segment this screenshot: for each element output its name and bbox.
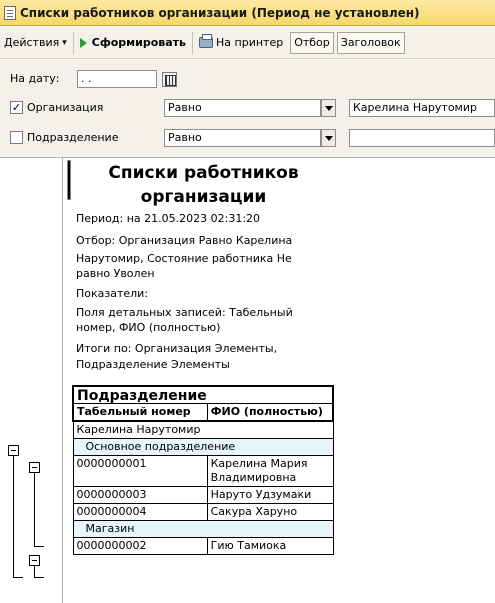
actions-label: Действия (4, 36, 60, 49)
report-table: Подразделение Табельный номер ФИО (полно… (71, 385, 334, 555)
chevron-down-icon[interactable] (321, 129, 336, 147)
dept-cell: Магазин (72, 520, 334, 538)
actions-menu-button[interactable]: Действия ▾ (0, 31, 71, 55)
dept-value-input[interactable] (349, 129, 495, 147)
date-input[interactable]: . . (77, 70, 157, 88)
report-detail-fields-line2: номер, ФИО (полностью) (76, 321, 221, 334)
group-line (34, 546, 44, 547)
tab-number-cell: 0000000002 (72, 537, 208, 555)
table-row-organization[interactable]: Карелина Нарутомир (72, 420, 334, 439)
org-condition-select[interactable]: Равно (164, 99, 321, 117)
report-period: Период: на 21.05.2023 02:31:20 (76, 212, 261, 225)
report-filter-line2: Нарутомир, Состояние работника Не (76, 252, 292, 265)
dept-condition-select[interactable]: Равно (164, 129, 321, 147)
report-indicators: Показатели: (76, 287, 149, 300)
grouping-gutter (0, 158, 63, 603)
fio-cell: Гию Тамиока (206, 537, 334, 555)
chevron-down-icon: ▾ (62, 37, 67, 48)
report-totals-line1: Итоги по: Организация Элементы, (76, 342, 278, 355)
tab-number-cell: 0000000004 (72, 503, 208, 521)
tab-number-cell: 0000000001 (72, 455, 208, 487)
report-detail-fields-line1: Поля детальных записей: Табельный (76, 306, 293, 319)
table-row[interactable]: 0000000003 Наруто Удзумаки (72, 486, 334, 504)
print-label: На принтер (216, 36, 284, 49)
generate-button[interactable]: Сформировать (76, 31, 190, 55)
group-line (13, 456, 14, 577)
dept-label: Подразделение (27, 131, 119, 144)
fio-cell: Наруто Удзумаки (206, 486, 334, 504)
org-label: Организация (27, 101, 104, 114)
report-totals-line2: Подразделение Элементы (76, 358, 230, 371)
collapse-toggle-icon[interactable] (29, 462, 40, 473)
table-row-department[interactable]: Магазин (72, 520, 334, 538)
column-header-tab-number: Табельный номер (71, 403, 208, 422)
toolbar-separator (192, 31, 194, 54)
org-checkbox[interactable]: ✓ (10, 101, 23, 114)
filter-button[interactable]: Отбор (290, 31, 334, 54)
table-group-header: Подразделение (72, 385, 334, 404)
header-label: Заголовок (340, 36, 401, 49)
collapse-toggle-icon[interactable] (8, 445, 19, 456)
org-cell: Карелина Нарутомир (72, 420, 334, 439)
generate-label: Сформировать (91, 36, 187, 49)
toolbar: Действия ▾ Сформировать На принтер Отбор… (0, 27, 495, 59)
table-row[interactable]: 0000000001 Карелина Мария Владимировна (72, 455, 334, 487)
group-line (13, 577, 23, 578)
fio-cell: Карелина Мария Владимировна (206, 455, 334, 487)
report-title-line2: организации (140, 187, 267, 207)
tab-number-cell: 0000000003 (72, 486, 208, 504)
toolbar-separator (72, 31, 74, 54)
play-icon (79, 37, 87, 48)
report-filter-line1: Отбор: Организация Равно Карелина (76, 234, 293, 247)
header-button[interactable]: Заголовок (336, 31, 405, 54)
group-line (34, 577, 44, 578)
group-line (34, 473, 35, 546)
gutter-divider (62, 158, 63, 603)
printer-icon (199, 34, 214, 48)
dept-checkbox[interactable] (10, 131, 23, 144)
table-row[interactable]: 0000000004 Сакура Харуно (72, 503, 334, 521)
fio-cell: Сакура Харуно (206, 503, 334, 521)
date-label: На дату: (10, 72, 60, 85)
table-row[interactable]: 0000000002 Гию Тамиока (72, 537, 334, 555)
report-filter-line3: равно Уволен (76, 267, 155, 280)
column-header-fio: ФИО (полностью) (206, 403, 334, 422)
report-settings-form: На дату: . . ✓ Организация Равно Карелин… (0, 60, 495, 157)
document-icon (4, 5, 16, 20)
chevron-down-icon[interactable] (321, 99, 336, 117)
filter-label: Отбор (294, 36, 330, 49)
table-row-department[interactable]: Основное подразделение (72, 438, 334, 456)
org-value-input[interactable]: Карелина Нарутомир (349, 99, 495, 117)
cell-cursor (67, 160, 71, 200)
window-title: Списки работников организации (Период не… (20, 5, 420, 20)
print-button[interactable]: На принтер (195, 31, 287, 55)
calendar-icon[interactable] (162, 72, 177, 87)
report-document[interactable]: Списки работников организации Период: на… (0, 157, 495, 603)
collapse-toggle-icon[interactable] (29, 555, 40, 566)
report-title-line1: Списки работников (108, 163, 299, 183)
dept-cell: Основное подразделение (72, 438, 334, 456)
window-title-bar: Списки работников организации (Период не… (0, 0, 495, 26)
